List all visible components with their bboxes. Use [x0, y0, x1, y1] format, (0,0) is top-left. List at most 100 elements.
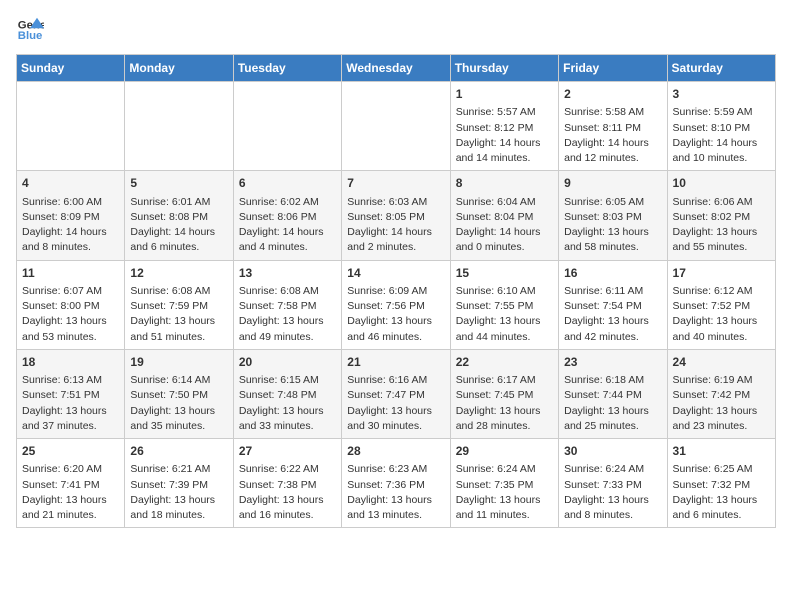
- calendar-header: SundayMondayTuesdayWednesdayThursdayFrid…: [17, 55, 776, 82]
- day-info: Sunrise: 6:08 AM Sunset: 7:58 PM Dayligh…: [239, 284, 336, 345]
- calendar-cell: 28 Sunrise: 6:23 AM Sunset: 7:36 PM Dayli…: [342, 439, 450, 528]
- day-number: 28: [347, 443, 444, 460]
- day-number: 6: [239, 175, 336, 192]
- calendar-cell: 27 Sunrise: 6:22 AM Sunset: 7:38 PM Dayli…: [233, 439, 341, 528]
- day-number: 30: [564, 443, 661, 460]
- day-number: 25: [22, 443, 119, 460]
- day-number: 15: [456, 265, 553, 282]
- calendar-week-2: 4 Sunrise: 6:00 AM Sunset: 8:09 PM Daylig…: [17, 171, 776, 260]
- weekday-header-tuesday: Tuesday: [233, 55, 341, 82]
- calendar-cell: 21 Sunrise: 6:16 AM Sunset: 7:47 PM Dayli…: [342, 349, 450, 438]
- day-number: 27: [239, 443, 336, 460]
- day-info: Sunrise: 6:14 AM Sunset: 7:50 PM Dayligh…: [130, 373, 227, 434]
- calendar-cell: 24Sunrise: 6:19 AM Sunset: 7:42 PM Dayli…: [667, 349, 775, 438]
- calendar-cell: [125, 82, 233, 171]
- day-info: Sunrise: 6:20 AM Sunset: 7:41 PM Dayligh…: [22, 462, 119, 523]
- day-number: 9: [564, 175, 661, 192]
- day-number: 7: [347, 175, 444, 192]
- weekday-header-friday: Friday: [559, 55, 667, 82]
- day-info: Sunrise: 6:04 AM Sunset: 8:04 PM Dayligh…: [456, 195, 553, 256]
- calendar-body: 1 Sunrise: 5:57 AM Sunset: 8:12 PM Daylig…: [17, 82, 776, 528]
- day-number: 24: [673, 354, 770, 371]
- day-number: 18: [22, 354, 119, 371]
- day-number: 4: [22, 175, 119, 192]
- calendar-week-4: 18 Sunrise: 6:13 AM Sunset: 7:51 PM Dayli…: [17, 349, 776, 438]
- calendar-week-3: 11 Sunrise: 6:07 AM Sunset: 8:00 PM Dayli…: [17, 260, 776, 349]
- weekday-header-sunday: Sunday: [17, 55, 125, 82]
- calendar-cell: 31 Sunrise: 6:25 AM Sunset: 7:32 PM Dayli…: [667, 439, 775, 528]
- day-info: Sunrise: 6:05 AM Sunset: 8:03 PM Dayligh…: [564, 195, 661, 256]
- day-info: Sunrise: 6:24 AM Sunset: 7:35 PM Dayligh…: [456, 462, 553, 523]
- day-number: 11: [22, 265, 119, 282]
- weekday-header-saturday: Saturday: [667, 55, 775, 82]
- day-info: Sunrise: 5:58 AM Sunset: 8:11 PM Dayligh…: [564, 105, 661, 166]
- day-number: 1: [456, 86, 553, 103]
- day-info: Sunrise: 6:08 AM Sunset: 7:59 PM Dayligh…: [130, 284, 227, 345]
- day-info: Sunrise: 6:01 AM Sunset: 8:08 PM Dayligh…: [130, 195, 227, 256]
- day-info: Sunrise: 6:15 AM Sunset: 7:48 PM Dayligh…: [239, 373, 336, 434]
- calendar-cell: 15 Sunrise: 6:10 AM Sunset: 7:55 PM Dayli…: [450, 260, 558, 349]
- day-info: Sunrise: 6:16 AM Sunset: 7:47 PM Dayligh…: [347, 373, 444, 434]
- weekday-header-thursday: Thursday: [450, 55, 558, 82]
- day-info: Sunrise: 6:24 AM Sunset: 7:33 PM Dayligh…: [564, 462, 661, 523]
- calendar-week-1: 1 Sunrise: 5:57 AM Sunset: 8:12 PM Daylig…: [17, 82, 776, 171]
- calendar-cell: 9 Sunrise: 6:05 AM Sunset: 8:03 PM Daylig…: [559, 171, 667, 260]
- weekday-header-row: SundayMondayTuesdayWednesdayThursdayFrid…: [17, 55, 776, 82]
- calendar-cell: 26 Sunrise: 6:21 AM Sunset: 7:39 PM Dayli…: [125, 439, 233, 528]
- day-info: Sunrise: 6:09 AM Sunset: 7:56 PM Dayligh…: [347, 284, 444, 345]
- day-number: 2: [564, 86, 661, 103]
- day-info: Sunrise: 6:21 AM Sunset: 7:39 PM Dayligh…: [130, 462, 227, 523]
- logo: General Blue: [16, 16, 48, 44]
- calendar-cell: 17Sunrise: 6:12 AM Sunset: 7:52 PM Dayli…: [667, 260, 775, 349]
- day-info: Sunrise: 6:25 AM Sunset: 7:32 PM Dayligh…: [673, 462, 770, 523]
- day-number: 5: [130, 175, 227, 192]
- day-number: 22: [456, 354, 553, 371]
- calendar-cell: 14 Sunrise: 6:09 AM Sunset: 7:56 PM Dayli…: [342, 260, 450, 349]
- day-info: Sunrise: 6:13 AM Sunset: 7:51 PM Dayligh…: [22, 373, 119, 434]
- day-number: 23: [564, 354, 661, 371]
- day-info: Sunrise: 6:22 AM Sunset: 7:38 PM Dayligh…: [239, 462, 336, 523]
- day-info: Sunrise: 5:59 AM Sunset: 8:10 PM Dayligh…: [673, 105, 770, 166]
- day-number: 29: [456, 443, 553, 460]
- day-number: 3: [673, 86, 770, 103]
- weekday-header-monday: Monday: [125, 55, 233, 82]
- calendar-cell: 10Sunrise: 6:06 AM Sunset: 8:02 PM Dayli…: [667, 171, 775, 260]
- calendar-cell: 19 Sunrise: 6:14 AM Sunset: 7:50 PM Dayli…: [125, 349, 233, 438]
- day-info: Sunrise: 6:11 AM Sunset: 7:54 PM Dayligh…: [564, 284, 661, 345]
- calendar-week-5: 25 Sunrise: 6:20 AM Sunset: 7:41 PM Dayli…: [17, 439, 776, 528]
- weekday-header-wednesday: Wednesday: [342, 55, 450, 82]
- day-number: 13: [239, 265, 336, 282]
- day-number: 21: [347, 354, 444, 371]
- calendar-cell: 22 Sunrise: 6:17 AM Sunset: 7:45 PM Dayli…: [450, 349, 558, 438]
- calendar-cell: 11 Sunrise: 6:07 AM Sunset: 8:00 PM Dayli…: [17, 260, 125, 349]
- calendar-cell: 4 Sunrise: 6:00 AM Sunset: 8:09 PM Daylig…: [17, 171, 125, 260]
- day-info: Sunrise: 6:23 AM Sunset: 7:36 PM Dayligh…: [347, 462, 444, 523]
- day-number: 26: [130, 443, 227, 460]
- day-number: 31: [673, 443, 770, 460]
- day-number: 8: [456, 175, 553, 192]
- calendar-cell: [233, 82, 341, 171]
- day-number: 16: [564, 265, 661, 282]
- calendar-cell: 23Sunrise: 6:18 AM Sunset: 7:44 PM Dayli…: [559, 349, 667, 438]
- calendar-cell: 29 Sunrise: 6:24 AM Sunset: 7:35 PM Dayli…: [450, 439, 558, 528]
- calendar-cell: 6 Sunrise: 6:02 AM Sunset: 8:06 PM Daylig…: [233, 171, 341, 260]
- calendar-cell: 20Sunrise: 6:15 AM Sunset: 7:48 PM Dayli…: [233, 349, 341, 438]
- day-info: Sunrise: 5:57 AM Sunset: 8:12 PM Dayligh…: [456, 105, 553, 166]
- calendar-cell: 12Sunrise: 6:08 AM Sunset: 7:59 PM Dayli…: [125, 260, 233, 349]
- calendar-cell: 2 Sunrise: 5:58 AM Sunset: 8:11 PM Daylig…: [559, 82, 667, 171]
- calendar-cell: 13 Sunrise: 6:08 AM Sunset: 7:58 PM Dayli…: [233, 260, 341, 349]
- day-info: Sunrise: 6:00 AM Sunset: 8:09 PM Dayligh…: [22, 195, 119, 256]
- day-number: 19: [130, 354, 227, 371]
- calendar-cell: 25 Sunrise: 6:20 AM Sunset: 7:41 PM Dayli…: [17, 439, 125, 528]
- calendar-cell: 1 Sunrise: 5:57 AM Sunset: 8:12 PM Daylig…: [450, 82, 558, 171]
- calendar-cell: [17, 82, 125, 171]
- day-info: Sunrise: 6:10 AM Sunset: 7:55 PM Dayligh…: [456, 284, 553, 345]
- day-info: Sunrise: 6:12 AM Sunset: 7:52 PM Dayligh…: [673, 284, 770, 345]
- day-info: Sunrise: 6:17 AM Sunset: 7:45 PM Dayligh…: [456, 373, 553, 434]
- day-number: 14: [347, 265, 444, 282]
- day-info: Sunrise: 6:07 AM Sunset: 8:00 PM Dayligh…: [22, 284, 119, 345]
- calendar-cell: 16 Sunrise: 6:11 AM Sunset: 7:54 PM Dayli…: [559, 260, 667, 349]
- calendar-cell: 7Sunrise: 6:03 AM Sunset: 8:05 PM Daylig…: [342, 171, 450, 260]
- day-info: Sunrise: 6:02 AM Sunset: 8:06 PM Dayligh…: [239, 195, 336, 256]
- calendar-cell: 5 Sunrise: 6:01 AM Sunset: 8:08 PM Daylig…: [125, 171, 233, 260]
